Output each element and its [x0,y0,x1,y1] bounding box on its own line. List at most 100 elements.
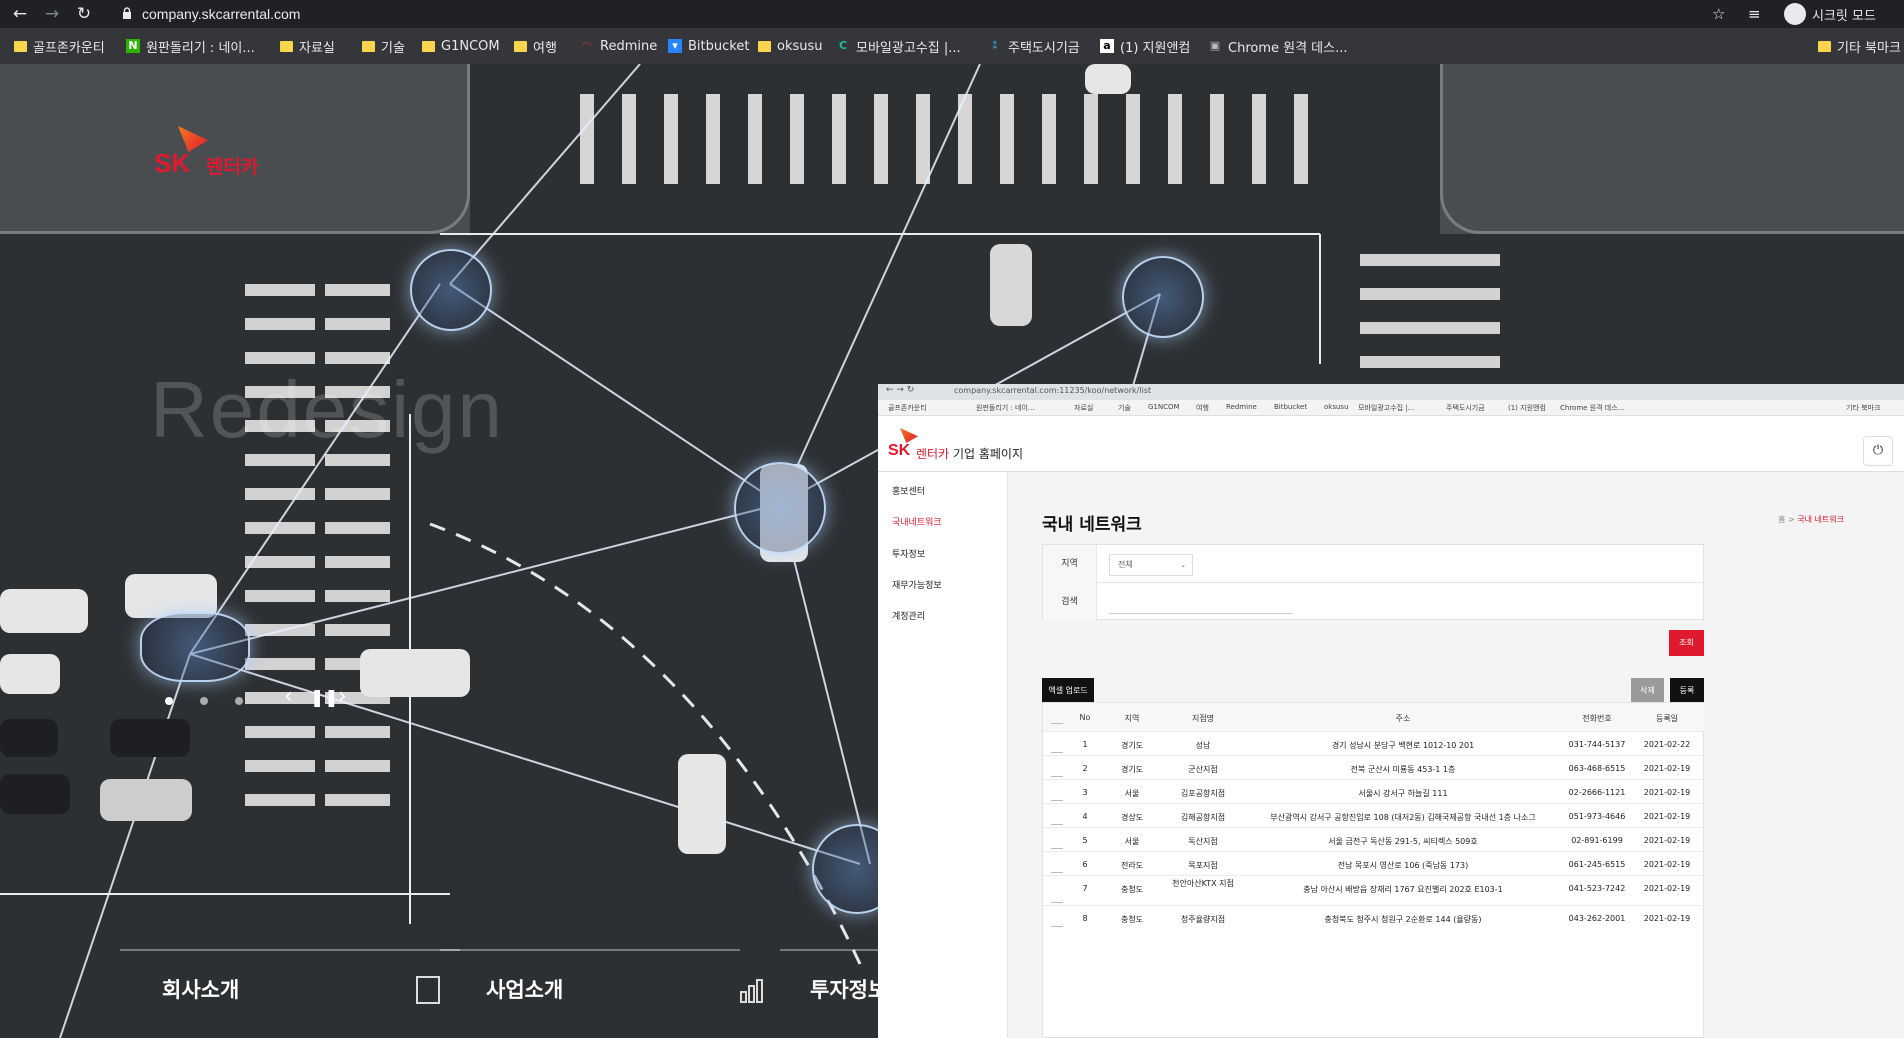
search-input[interactable] [1109,592,1293,614]
admin-logo-sk[interactable]: SK [888,442,910,460]
bookmark-item[interactable]: ⁑ 주택도시기금 [988,37,1080,56]
table-row[interactable]: 3 서울 김포공항지점 서울시 강서구 하늘길 111 02-2666-1121 2021… [1043,779,1705,803]
table-cell: 8 [1082,914,1088,923]
car [0,774,70,814]
folder-icon [1818,40,1831,52]
bookmark-item[interactable]: ◠ Redmine [580,37,657,55]
col-no: No [1079,713,1091,722]
bookmark-item[interactable]: 기타 북마크 [1818,37,1901,56]
search-button[interactable]: 조회 [1669,630,1704,656]
car [110,719,190,757]
table-row[interactable]: 2 경기도 군산지점 전북 군산시 미룡동 453-1 1층 063-468-6515 2… [1043,755,1705,779]
table-cell: 02-2666-1121 [1568,788,1626,797]
table-cell: 충청도 [1120,915,1144,924]
hug-icon: ⁑ [992,39,998,52]
address-bar[interactable]: company.skcarrental.com [142,5,300,23]
redmine-icon: ◠ [582,39,592,52]
bookmarks-bar: 골프존카운티 N 원판돌리기 : 네이... 자료실 기술 G1NCOM 여행 ◠… [0,28,1904,64]
slide-dot[interactable] [200,697,208,705]
table-row[interactable]: 6 전라도 목포지점 전남 목포시 영산로 106 (죽남동 173) 061-245-… [1043,851,1705,875]
sidebar-item-sustainability[interactable]: 재무가능정보 [892,578,942,591]
table-cell: 전라도 [1120,861,1144,870]
row-checkbox[interactable] [1051,926,1063,927]
inner-address-bar: company.skcarrental.com:11235/koo/networ… [954,386,1152,395]
forward-arrow-icon[interactable]: → [42,4,62,24]
car [360,649,470,697]
admin-page-screenshot: ← → ↻ company.skcarrental.com:11235/koo/… [878,384,1904,1038]
table-cell: 군산지점 [1188,765,1218,774]
bookmark-item[interactable]: G1NCOM [422,37,500,55]
sidebar-item-network[interactable]: 국내네트워크 [892,515,942,528]
table-cell: 063-468-6515 [1568,764,1626,773]
bookmark-item[interactable]: 골프존카운티 [14,37,105,56]
table-cell: 독산지점 [1188,837,1218,846]
bookmark-item[interactable]: N 원판돌리기 : 네이... [126,37,255,56]
table-cell: 2021-02-19 [1643,764,1691,773]
excel-upload-button[interactable]: 엑셀 업로드 [1042,678,1094,704]
row-checkbox[interactable] [1051,872,1063,873]
table-cell: 2021-02-19 [1643,788,1691,797]
folder-icon [14,40,27,52]
menu-investment[interactable]: 투자정보 [810,974,887,1004]
a-logo-icon: a [1100,39,1114,53]
sidebar-item-account[interactable]: 계정관리 [892,609,925,622]
row-checkbox[interactable] [1051,776,1063,777]
back-arrow-icon[interactable]: ← [10,4,30,24]
table-row[interactable]: 4 경상도 김해공항지점 부산광역시 강서구 공항진입로 108 (대저2동) 김해국… [1043,803,1705,827]
table-cell: 전북 군산시 미룡동 453-1 1층 [1350,765,1456,774]
table-row[interactable]: 5 서울 독산지점 서울 금천구 독산동 291-5, 씨티렉스 509호 02-891… [1043,827,1705,851]
row-checkbox[interactable] [1051,800,1063,801]
slide-dot[interactable] [235,697,243,705]
bookmark-item[interactable]: a (1) 지원앤컴 [1100,37,1190,56]
table-cell: 경상도 [1120,813,1144,822]
table-row[interactable]: 7 충청도 천안아산KTX 지점 충남 아산시 배방읍 장재리 1767 요진밸리 2… [1043,875,1705,905]
bookmark-item[interactable]: oksusu [758,37,823,55]
col-address: 주소 [1395,714,1411,723]
table-cell: 1 [1082,740,1088,749]
sidebar-item-investment[interactable]: 투자정보 [892,547,925,560]
select-all-checkbox[interactable] [1051,723,1063,724]
bookmark-item[interactable]: 기술 [362,37,405,56]
bookmark-item[interactable]: ▣ Chrome 원격 데스... [1208,37,1348,56]
bookmark-item[interactable]: 자료실 [280,37,335,56]
reading-list-icon[interactable]: ≡ [1748,4,1761,24]
c-logo-icon: C [838,39,848,52]
next-slide-icon[interactable]: › [338,684,347,709]
slide-dot[interactable] [165,697,173,705]
pause-icon[interactable]: ❚❚ [310,688,339,708]
table-cell: 043-262-2001 [1568,914,1626,923]
table-cell: 2021-02-19 [1643,860,1691,869]
car [1085,64,1131,94]
bookmark-item[interactable]: C 모바일광고수집 |... [836,37,961,56]
menu-company[interactable]: 회사소개 [162,974,239,1004]
table-cell: 2021-02-19 [1643,884,1691,893]
incognito-icon[interactable] [1784,3,1806,25]
menu-business[interactable]: 사업소개 [486,974,563,1004]
delete-button[interactable]: 삭제 [1631,678,1664,704]
row-checkbox[interactable] [1051,824,1063,825]
region-select[interactable]: 전체 ⌄ [1109,554,1193,576]
logout-power-icon[interactable]: ⏻ [1863,436,1893,466]
network-node [1122,256,1204,338]
table-cell: 2021-02-19 [1643,812,1691,821]
table-row[interactable]: 8 충청도 청주율량지점 충청북도 청주시 청원구 2순환로 144 (율량동) 043… [1043,905,1705,929]
reload-icon[interactable]: ↻ [74,4,94,24]
row-checkbox[interactable] [1051,848,1063,849]
table-cell: 6 [1082,860,1088,869]
sidebar-item-pr[interactable]: 홍보센터 [892,484,925,497]
bookmark-item[interactable]: ▾ Bitbucket [668,37,749,55]
chevron-down-icon: ⌄ [1180,561,1186,569]
star-icon[interactable]: ☆ [1712,4,1725,24]
table-cell: 2021-02-19 [1643,836,1691,845]
table-row[interactable]: 1 경기도 성남 경기 성남시 분당구 백현로 1012-10 201 031-744-… [1043,731,1705,755]
register-button[interactable]: 등록 [1670,678,1704,704]
row-checkbox[interactable] [1051,752,1063,753]
table-cell: 충청북도 청주시 청원구 2순환로 144 (율량동) [1324,915,1482,924]
row-checkbox[interactable] [1051,902,1063,903]
sk-rentacar-logo[interactable]: SK 렌터카 [150,122,280,182]
prev-slide-icon[interactable]: ‹ [284,684,293,709]
admin-content: 국내 네트워크 홈 > 국내 네트워크 지역 전체 ⌄ 검색 조회 엑셀 업로드 … [1008,472,1904,1038]
table-cell: 서울 [1124,837,1140,846]
menu-divider [780,949,880,951]
bookmark-item[interactable]: 여행 [514,37,557,56]
